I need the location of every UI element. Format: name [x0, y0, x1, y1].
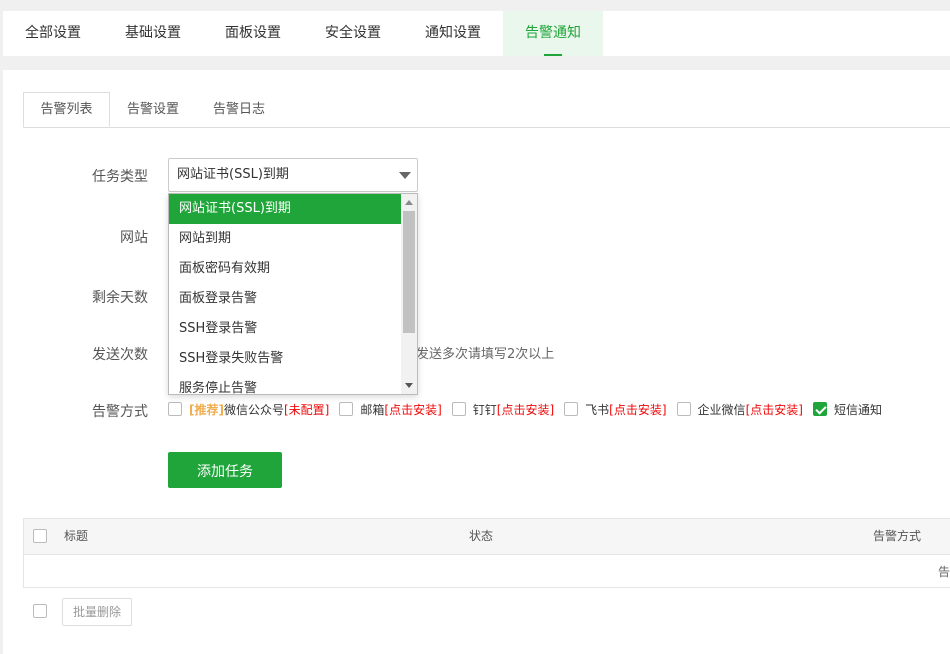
add-task-button[interactable]: 添加任务 — [168, 452, 282, 488]
wechat-mp-checkbox[interactable] — [168, 402, 182, 416]
scroll-down-icon[interactable] — [405, 383, 413, 388]
task-type-label: 任务类型 — [92, 169, 148, 185]
chevron-down-icon — [399, 172, 411, 179]
alarm-methods: [推荐]微信公众号[未配置] 邮箱[点击安装] 钉钉[点击安装] 飞书[点击安装… — [168, 400, 892, 418]
batch-select-checkbox[interactable] — [33, 604, 47, 618]
method-install-link[interactable]: [点击安装] — [497, 403, 554, 417]
method-install-link[interactable]: [点击安装] — [746, 403, 803, 417]
table-body: 告 — [24, 555, 950, 589]
select-all-checkbox[interactable] — [33, 529, 47, 543]
send-count-label: 发送次数 — [92, 347, 148, 363]
method-wechat-mp[interactable]: [推荐]微信公众号[未配置] — [168, 401, 329, 418]
task-type-select[interactable]: 网站证书(SSL)到期 — [168, 158, 418, 192]
option-panel-password[interactable]: 面板密码有效期 — [169, 254, 401, 284]
tab-all-settings[interactable]: 全部设置 — [3, 11, 103, 56]
task-type-value: 网站证书(SSL)到期 — [177, 167, 289, 182]
tab-basic-settings[interactable]: 基础设置 — [103, 11, 203, 56]
method-name: 微信公众号 — [223, 402, 284, 417]
top-tab-bar: 全部设置 基础设置 面板设置 安全设置 通知设置 告警通知 — [3, 11, 950, 56]
sms-checkbox[interactable] — [812, 402, 827, 416]
method-install-link[interactable]: [点击安装] — [609, 403, 666, 417]
method-name: 飞书 — [585, 402, 610, 417]
tab-alarm-settings[interactable]: 告警设置 — [110, 92, 196, 127]
option-service-stop[interactable]: 服务停止告警 — [169, 374, 401, 394]
col-title: 标题 — [64, 529, 89, 543]
option-panel-login[interactable]: 面板登录告警 — [169, 284, 401, 314]
method-label: 告警方式 — [92, 404, 148, 420]
option-ssl-expire[interactable]: 网站证书(SSL)到期 — [169, 194, 401, 224]
wecom-checkbox[interactable] — [676, 402, 691, 416]
send-count-hint: 发送多次请填写2次以上 — [416, 347, 555, 362]
empty-row-text: 告 — [938, 565, 950, 579]
tab-security-settings[interactable]: 安全设置 — [303, 11, 403, 56]
tab-alarm-notify[interactable]: 告警通知 — [503, 11, 603, 56]
option-ssh-login-fail[interactable]: SSH登录失败告警 — [169, 344, 401, 374]
method-email[interactable]: 邮箱[点击安装] — [339, 401, 442, 418]
col-status: 状态 — [469, 529, 494, 543]
alarm-table: 标题 状态 告警方式 告 — [23, 518, 950, 588]
option-site-expire[interactable]: 网站到期 — [169, 224, 401, 254]
method-sms[interactable]: 短信通知 — [812, 401, 882, 418]
site-label: 网站 — [120, 230, 148, 246]
tab-notify-settings[interactable]: 通知设置 — [403, 11, 503, 56]
tab-alarm-log[interactable]: 告警日志 — [196, 92, 282, 127]
method-wecom[interactable]: 企业微信[点击安装] — [676, 401, 803, 418]
method-install-link[interactable]: [点击安装] — [384, 403, 441, 417]
email-checkbox[interactable] — [339, 402, 354, 416]
method-name: 钉钉 — [472, 402, 497, 417]
tab-panel-settings[interactable]: 面板设置 — [203, 11, 303, 56]
method-name: 企业微信 — [697, 402, 746, 417]
scrollbar-thumb[interactable] — [403, 211, 415, 333]
method-dingtalk[interactable]: 钉钉[点击安装] — [451, 401, 554, 418]
method-feishu[interactable]: 飞书[点击安装] — [564, 401, 667, 418]
method-name: 邮箱 — [360, 402, 385, 417]
col-method: 告警方式 — [873, 529, 922, 543]
table-header: 标题 状态 告警方式 — [24, 519, 950, 555]
tab-alarm-list[interactable]: 告警列表 — [23, 92, 110, 127]
main-panel: 告警列表 告警设置 告警日志 任务类型 网站证书(SSL)到期 网站证书(SSL… — [3, 70, 950, 654]
feishu-checkbox[interactable] — [564, 402, 579, 416]
method-status-link[interactable]: [未配置] — [284, 403, 329, 417]
dropdown-scrollbar[interactable] — [401, 194, 417, 394]
task-type-dropdown: 网站证书(SSL)到期 网站到期 面板密码有效期 面板登录告警 SSH登录告警 … — [168, 193, 418, 395]
batch-delete-button[interactable]: 批量删除 — [62, 598, 132, 626]
option-ssh-login[interactable]: SSH登录告警 — [169, 314, 401, 344]
dingtalk-checkbox[interactable] — [451, 402, 466, 416]
sub-tab-bar: 告警列表 告警设置 告警日志 — [23, 92, 950, 128]
days-label: 剩余天数 — [92, 290, 148, 306]
method-name: 短信通知 — [833, 402, 882, 417]
scroll-up-icon[interactable] — [405, 200, 413, 205]
recommend-tag: [推荐] — [189, 402, 224, 417]
